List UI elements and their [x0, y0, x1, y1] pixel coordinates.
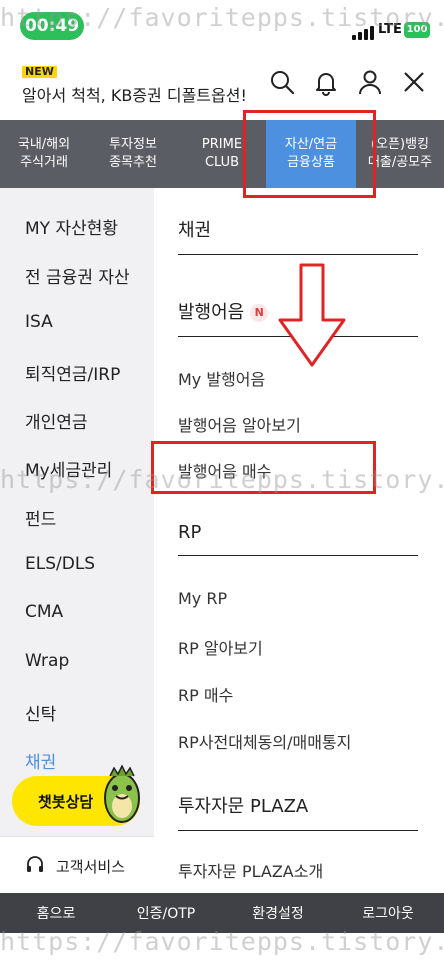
chatbot-button[interactable]: 챗봇상담 [12, 764, 140, 826]
app-header: NEW 알아서 척척, KB증권 디폴트옵션! [0, 52, 444, 120]
tab-line: 투자정보 [109, 137, 157, 152]
section-title-advisory: 투자자문 PLAZA [178, 792, 418, 831]
search-icon[interactable] [268, 68, 296, 96]
highlight-box-buy-notes [151, 441, 376, 494]
section-title-text: 채권 [178, 220, 212, 241]
highlight-box-tab [243, 110, 376, 198]
section-title-text: 투자자문 PLAZA [178, 796, 309, 817]
left-menu-item[interactable]: 개인연금 [25, 408, 88, 433]
battery-icon: 100 [404, 22, 430, 38]
left-menu-item[interactable]: Wrap [25, 651, 69, 671]
left-menu-item[interactable]: 전 금융권 자산 [25, 263, 130, 288]
settings-button[interactable]: 환경설정 [252, 903, 304, 923]
home-button[interactable]: 홈으로 [37, 903, 76, 923]
chatbot-label: 챗봇상담 [38, 793, 94, 811]
section-title-text: 발행어음 [178, 302, 245, 323]
category-tabs: 국내/해외 주식거래 투자정보 종목추천 PRIME CLUB 자산/연금 금융… [0, 120, 444, 188]
tab-line: PRIME [201, 137, 243, 152]
close-icon[interactable] [400, 68, 428, 96]
mascot-icon [104, 764, 140, 823]
submenu-item[interactable]: My RP [178, 589, 227, 608]
auth-otp-button[interactable]: 인증/OTP [137, 903, 196, 923]
left-menu-item[interactable]: MY 자산현황 [25, 214, 118, 239]
status-bar: 00:49 LTE 100 [0, 0, 444, 52]
tab-line: 국내/해외 [17, 137, 71, 152]
section-title-bonds: 채권 [178, 216, 418, 255]
customer-service-button[interactable]: 고객서비스 [0, 836, 154, 893]
new-badge: NEW [22, 66, 57, 78]
left-menu-item[interactable]: CMA [25, 602, 63, 622]
user-icon[interactable] [356, 68, 384, 96]
down-arrow-icon [278, 263, 346, 367]
tab-line: CLUB [204, 155, 240, 170]
left-menu-item[interactable]: 퇴직연금/IRP [25, 360, 120, 385]
submenu-item[interactable]: RP 알아보기 [178, 635, 263, 659]
promo-banner-text[interactable]: 알아서 척척, KB증권 디폴트옵션! [22, 82, 247, 106]
left-menu-item[interactable]: My세금관리 [25, 456, 112, 481]
customer-service-label: 고객서비스 [56, 858, 126, 876]
left-menu-item[interactable]: ELS/DLS [25, 554, 95, 574]
left-menu-item[interactable]: ISA [25, 312, 53, 332]
left-menu-item[interactable]: 펀드 [25, 505, 56, 530]
submenu-item[interactable]: RP사전대체동의/매매통지 [178, 729, 351, 753]
home-indicator [0, 933, 444, 961]
logout-button[interactable]: 로그아웃 [362, 903, 414, 923]
tab-line: 주식거래 [20, 155, 68, 170]
headset-icon [27, 856, 43, 872]
left-menu-item[interactable]: 신탁 [25, 700, 56, 725]
left-menu-item-bonds-active[interactable]: 채권 [25, 748, 56, 773]
network-label: LTE [378, 22, 402, 37]
section-title-rp: RP [178, 522, 418, 556]
left-category-menu: MY 자산현황 전 금융권 자산 ISA 퇴직연금/IRP 개인연금 My세금관… [0, 188, 154, 893]
tab-line: 종목추천 [109, 155, 157, 170]
tab-investment-info[interactable]: 투자정보 종목추천 [88, 120, 178, 188]
submenu-item[interactable]: RP 매수 [178, 682, 233, 706]
new-badge: N [250, 304, 269, 322]
bell-icon[interactable] [312, 68, 340, 96]
tab-domestic-overseas-stocks[interactable]: 국내/해외 주식거래 [0, 120, 88, 188]
submenu-item[interactable]: 발행어음 알아보기 [178, 412, 301, 436]
submenu-item[interactable]: 투자자문 PLAZA소개 [178, 858, 323, 882]
submenu-item[interactable]: My 발행어음 [178, 366, 265, 390]
bottom-bar: 홈으로 인증/OTP 환경설정 로그아웃 [0, 893, 444, 933]
section-title-text: RP [178, 522, 202, 543]
status-time: 00:49 [20, 12, 84, 40]
signal-icon [352, 24, 374, 40]
tab-line: 대출/공모주 [367, 155, 433, 170]
tab-line: (오픈)뱅킹 [371, 137, 429, 152]
